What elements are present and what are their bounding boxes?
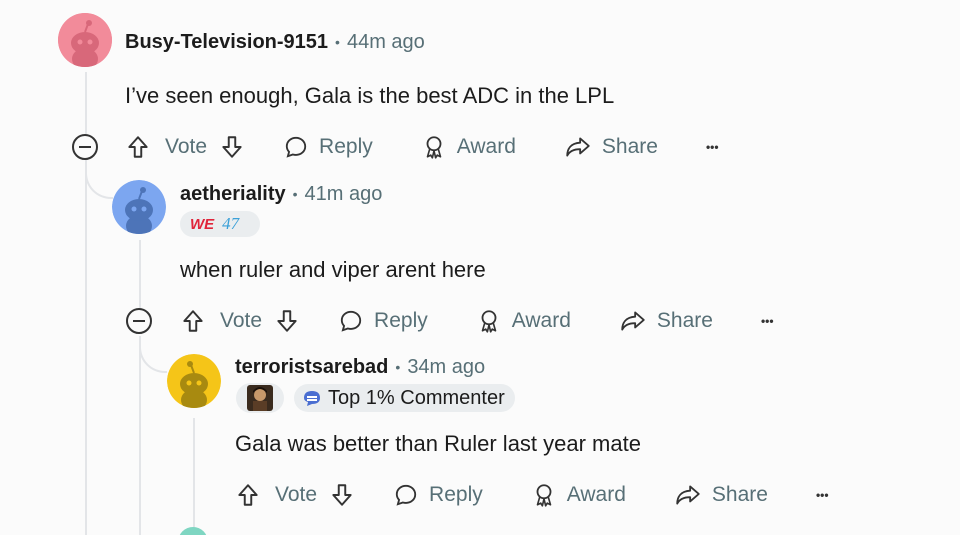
share-button[interactable]: Share bbox=[564, 134, 658, 160]
more-options-button[interactable]: ••• bbox=[706, 140, 719, 154]
snoo-avatar-icon bbox=[112, 180, 166, 234]
share-button[interactable]: Share bbox=[619, 308, 713, 334]
upvote-icon[interactable] bbox=[235, 482, 261, 508]
thread-line-level-2b[interactable] bbox=[139, 336, 141, 535]
thread-line-level-3[interactable] bbox=[193, 418, 195, 535]
thread-connector-1 bbox=[85, 171, 113, 199]
award-label: Award bbox=[511, 309, 571, 332]
comment-meta: Busy-Television-9151 • 44m ago bbox=[125, 27, 425, 57]
upvote-icon[interactable] bbox=[125, 134, 151, 160]
award-label: Award bbox=[456, 135, 516, 158]
reply-button[interactable]: Reply bbox=[393, 482, 483, 508]
award-label: Award bbox=[566, 483, 626, 506]
comment-bubble-icon bbox=[395, 484, 417, 506]
more-dots-icon: ••• bbox=[705, 140, 719, 154]
vote-label: Vote bbox=[220, 309, 263, 332]
action-bar: Vote Reply Award Share ••• bbox=[180, 303, 774, 339]
thread-connector-2 bbox=[139, 345, 167, 373]
thread-line-level-2[interactable] bbox=[139, 240, 141, 310]
more-dots-icon: ••• bbox=[815, 488, 829, 502]
downvote-icon[interactable] bbox=[329, 482, 355, 508]
award-button[interactable]: Award bbox=[421, 134, 516, 160]
collapse-button[interactable] bbox=[126, 308, 152, 334]
comment-meta: terroristsarebad • 34m ago bbox=[235, 352, 485, 382]
separator-dot: • bbox=[395, 359, 401, 375]
avatar[interactable] bbox=[112, 180, 166, 234]
more-options-button[interactable]: ••• bbox=[816, 488, 829, 502]
snoo-avatar-icon bbox=[167, 354, 221, 408]
share-icon bbox=[676, 485, 700, 505]
upvote-icon[interactable] bbox=[180, 308, 206, 334]
timestamp[interactable]: 41m ago bbox=[305, 183, 383, 206]
vote-label: Vote bbox=[165, 135, 208, 158]
snoo-avatar-icon bbox=[179, 527, 207, 535]
achievement-badge[interactable]: Top 1% Commenter bbox=[294, 384, 515, 412]
user-flair bbox=[236, 383, 284, 413]
separator-dot: • bbox=[335, 34, 340, 50]
share-button[interactable]: Share bbox=[674, 482, 768, 508]
reply-button[interactable]: Reply bbox=[338, 308, 428, 334]
username[interactable]: Busy-Television-9151 bbox=[125, 31, 328, 54]
comment-thread: Busy-Television-9151 • 44m ago I’ve seen… bbox=[0, 0, 960, 535]
commenter-badge-icon bbox=[304, 391, 320, 406]
share-label: Share bbox=[656, 309, 713, 332]
share-icon bbox=[621, 311, 645, 331]
share-label: Share bbox=[601, 135, 658, 158]
comment-body: when ruler and viper arent here bbox=[180, 257, 486, 282]
separator-dot: • bbox=[292, 186, 298, 202]
comment-bubble-icon bbox=[285, 136, 307, 158]
snoo-avatar-icon bbox=[58, 13, 112, 67]
minus-icon bbox=[79, 146, 91, 148]
vote-label: Vote bbox=[275, 483, 318, 506]
comment-meta: aetheriality • 41m ago bbox=[180, 179, 382, 209]
share-label: Share bbox=[711, 483, 768, 506]
avatar[interactable] bbox=[58, 13, 112, 67]
flair-image-icon bbox=[247, 385, 273, 411]
downvote-icon[interactable] bbox=[219, 134, 245, 160]
username[interactable]: aetheriality bbox=[180, 183, 286, 206]
award-icon bbox=[536, 484, 552, 507]
reply-button[interactable]: Reply bbox=[283, 134, 373, 160]
share-icon bbox=[566, 137, 590, 157]
badge-label: Top 1% Commenter bbox=[328, 386, 505, 409]
comment-body: Gala was better than Ruler last year mat… bbox=[235, 431, 641, 456]
award-icon bbox=[426, 136, 442, 159]
reply-label: Reply bbox=[319, 135, 373, 158]
award-button[interactable]: Award bbox=[531, 482, 626, 508]
action-bar: Vote Reply Award Share ••• bbox=[125, 129, 719, 165]
username[interactable]: terroristsarebad bbox=[235, 356, 388, 379]
action-bar: Vote Reply Award Share ••• bbox=[235, 477, 829, 513]
comment-bubble-icon bbox=[340, 310, 362, 332]
downvote-icon[interactable] bbox=[274, 308, 300, 334]
reply-label: Reply bbox=[429, 483, 483, 506]
more-dots-icon: ••• bbox=[760, 314, 774, 328]
next-comment-avatar-partial bbox=[178, 527, 208, 535]
award-icon bbox=[481, 310, 497, 333]
vote-group: Vote bbox=[180, 308, 300, 334]
user-flair: WE 47 bbox=[180, 211, 260, 237]
timestamp[interactable]: 44m ago bbox=[347, 31, 425, 54]
flair-team-logo-47: 47 bbox=[222, 214, 240, 233]
comment-body: I’ve seen enough, Gala is the best ADC i… bbox=[125, 83, 615, 108]
vote-group: Vote bbox=[235, 482, 355, 508]
minus-icon bbox=[133, 320, 145, 322]
timestamp[interactable]: 34m ago bbox=[407, 356, 485, 379]
vote-group: Vote bbox=[125, 134, 245, 160]
reply-label: Reply bbox=[374, 309, 428, 332]
collapse-button[interactable] bbox=[72, 134, 98, 160]
flair-team-logo-we: WE bbox=[190, 215, 215, 233]
avatar[interactable] bbox=[167, 354, 221, 408]
more-options-button[interactable]: ••• bbox=[761, 314, 774, 328]
award-button[interactable]: Award bbox=[476, 308, 571, 334]
